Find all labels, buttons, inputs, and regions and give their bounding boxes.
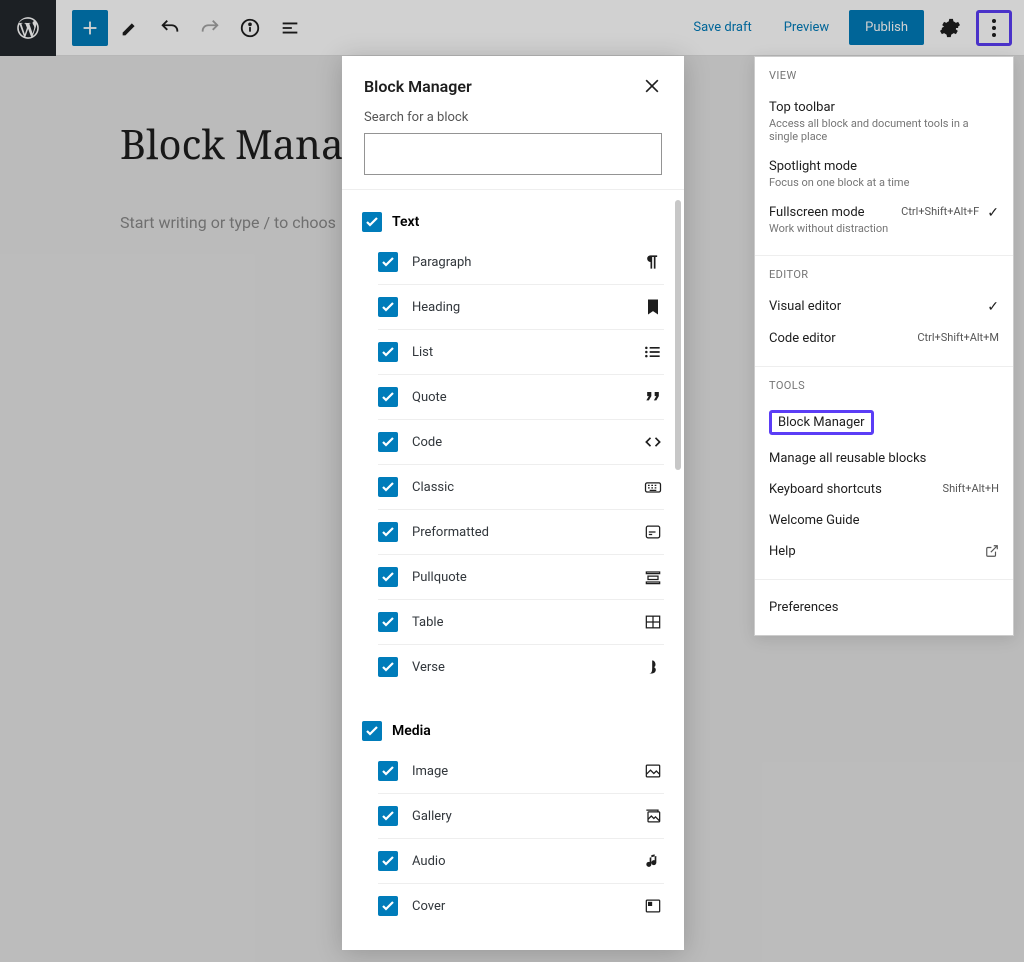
block-row[interactable]: Audio bbox=[378, 839, 664, 884]
checkbox[interactable] bbox=[378, 297, 398, 317]
block-label: Code bbox=[412, 435, 628, 450]
image-icon bbox=[642, 761, 664, 781]
block-row[interactable]: Classic bbox=[378, 465, 664, 510]
modal-header: Block Manager bbox=[342, 56, 684, 110]
menu-item-keyboard-shortcuts[interactable]: Keyboard shortcuts Shift+Alt+H bbox=[769, 474, 999, 505]
block-row[interactable]: Image bbox=[378, 749, 664, 794]
menu-item-fullscreen[interactable]: Fullscreen modeWork without distraction … bbox=[769, 197, 999, 243]
menu-item-block-manager[interactable]: Block Manager bbox=[769, 402, 999, 443]
audio-icon bbox=[642, 851, 664, 871]
checkbox[interactable] bbox=[378, 851, 398, 871]
menu-item-top-toolbar[interactable]: Top toolbarAccess all block and document… bbox=[769, 92, 999, 151]
pullquote-icon bbox=[642, 567, 664, 587]
block-row[interactable]: Table bbox=[378, 600, 664, 645]
menu-item-visual-editor[interactable]: Visual editor ✓ bbox=[769, 291, 999, 323]
block-label: List bbox=[412, 345, 628, 360]
block-label: Table bbox=[412, 615, 628, 630]
search-block-section: Search for a block bbox=[342, 110, 684, 190]
menu-item-reusable-blocks[interactable]: Manage all reusable blocks bbox=[769, 443, 999, 474]
block-label: Verse bbox=[412, 660, 628, 675]
pilcrow-icon bbox=[642, 252, 664, 272]
block-label: Classic bbox=[412, 480, 628, 495]
block-row[interactable]: Pullquote bbox=[378, 555, 664, 600]
options-section-tools: TOOLS Block Manager Manage all reusable … bbox=[755, 367, 1013, 580]
category-row[interactable]: Media bbox=[362, 713, 664, 749]
checkbox[interactable] bbox=[378, 612, 398, 632]
block-row[interactable]: Quote bbox=[378, 375, 664, 420]
options-section-view: VIEW Top toolbarAccess all block and doc… bbox=[755, 57, 1013, 256]
quote-icon bbox=[642, 387, 664, 407]
checkbox[interactable] bbox=[378, 567, 398, 587]
check-icon: ✓ bbox=[987, 299, 999, 315]
menu-item-code-editor[interactable]: Code editor Ctrl+Shift+Alt+M bbox=[769, 323, 999, 354]
section-title: VIEW bbox=[769, 69, 999, 82]
block-row[interactable]: Preformatted bbox=[378, 510, 664, 555]
close-icon bbox=[642, 76, 662, 96]
block-row[interactable]: Heading bbox=[378, 285, 664, 330]
block-label: Quote bbox=[412, 390, 628, 405]
block-row[interactable]: List bbox=[378, 330, 664, 375]
block-label: Heading bbox=[412, 300, 628, 315]
search-input[interactable] bbox=[364, 133, 662, 175]
section-title: EDITOR bbox=[769, 268, 999, 281]
close-button[interactable] bbox=[642, 76, 662, 96]
keyboard-icon bbox=[642, 477, 664, 497]
modal-title: Block Manager bbox=[364, 77, 472, 96]
cover-icon bbox=[642, 896, 664, 916]
block-label: Preformatted bbox=[412, 525, 628, 540]
checkbox[interactable] bbox=[378, 806, 398, 826]
table-icon bbox=[642, 612, 664, 632]
block-label: Audio bbox=[412, 854, 628, 869]
section-title: TOOLS bbox=[769, 379, 999, 392]
block-row[interactable]: Gallery bbox=[378, 794, 664, 839]
block-row[interactable]: Paragraph bbox=[378, 240, 664, 285]
block-label: Image bbox=[412, 764, 628, 779]
preformatted-icon bbox=[642, 522, 664, 542]
verse-icon bbox=[642, 657, 664, 677]
category-label: Text bbox=[392, 214, 419, 230]
block-label: Gallery bbox=[412, 809, 628, 824]
menu-item-spotlight[interactable]: Spotlight modeFocus on one block at a ti… bbox=[769, 151, 999, 197]
checkbox[interactable] bbox=[378, 657, 398, 677]
scrollbar-thumb[interactable] bbox=[675, 200, 681, 470]
menu-item-help[interactable]: Help bbox=[769, 536, 999, 567]
checkbox[interactable] bbox=[378, 896, 398, 916]
options-menu: VIEW Top toolbarAccess all block and doc… bbox=[754, 56, 1014, 636]
options-section-editor: EDITOR Visual editor ✓ Code editor Ctrl+… bbox=[755, 256, 1013, 367]
category-label: Media bbox=[392, 723, 431, 739]
category-row[interactable]: Text bbox=[362, 204, 664, 240]
block-manager-modal: Block Manager Search for a block Text Pa… bbox=[342, 56, 684, 950]
block-row[interactable]: Code bbox=[378, 420, 664, 465]
checkbox[interactable] bbox=[378, 477, 398, 497]
gallery-icon bbox=[642, 806, 664, 826]
search-label: Search for a block bbox=[364, 110, 662, 125]
block-label: Pullquote bbox=[412, 570, 628, 585]
external-link-icon bbox=[985, 544, 999, 558]
menu-item-preferences[interactable]: Preferences bbox=[769, 592, 999, 623]
code-icon bbox=[642, 432, 664, 452]
checkbox[interactable] bbox=[378, 252, 398, 272]
bookmark-icon bbox=[642, 297, 664, 317]
checkbox[interactable] bbox=[362, 212, 382, 232]
options-section-prefs: Preferences bbox=[755, 580, 1013, 635]
modal-scroll[interactable]: Text Paragraph Heading List Quote Code C… bbox=[342, 190, 684, 950]
menu-item-welcome-guide[interactable]: Welcome Guide bbox=[769, 505, 999, 536]
checkbox[interactable] bbox=[378, 387, 398, 407]
block-row[interactable]: Verse bbox=[378, 645, 664, 689]
list-icon bbox=[642, 342, 664, 362]
block-row[interactable]: Cover bbox=[378, 884, 664, 928]
checkbox[interactable] bbox=[362, 721, 382, 741]
check-icon: ✓ bbox=[987, 205, 999, 221]
checkbox[interactable] bbox=[378, 761, 398, 781]
checkbox[interactable] bbox=[378, 342, 398, 362]
checkbox[interactable] bbox=[378, 432, 398, 452]
checkbox[interactable] bbox=[378, 522, 398, 542]
block-label: Cover bbox=[412, 899, 628, 914]
block-label: Paragraph bbox=[412, 255, 628, 270]
